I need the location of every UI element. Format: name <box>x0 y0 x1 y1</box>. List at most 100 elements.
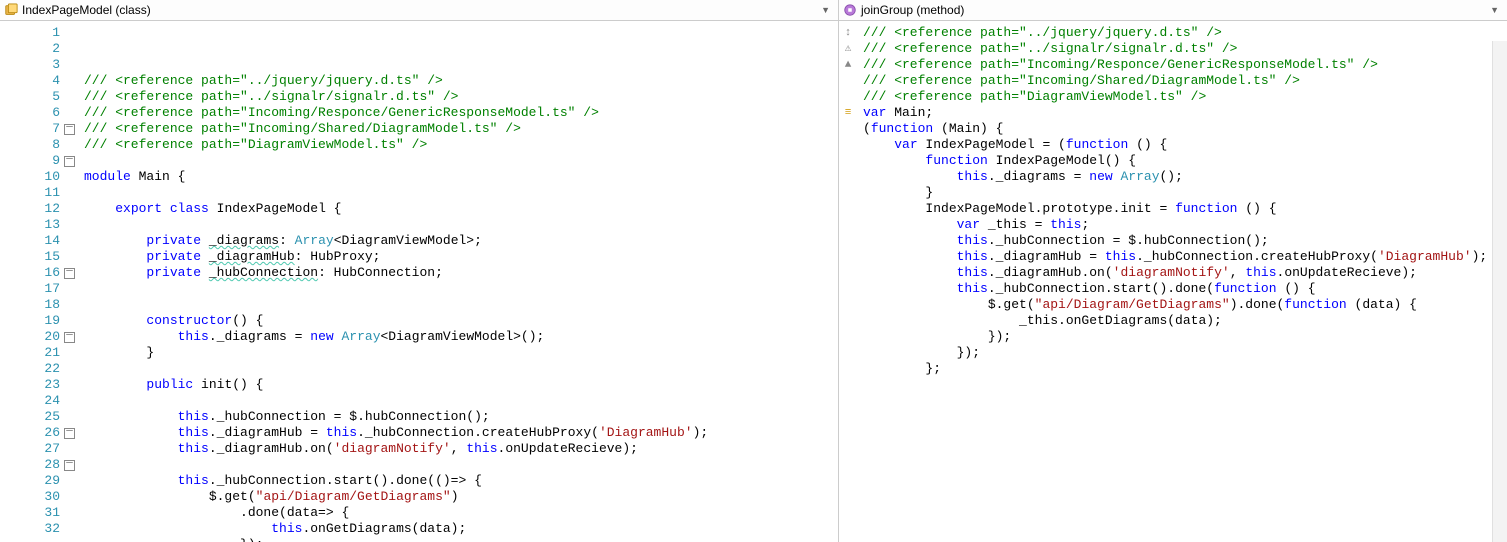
code-line[interactable]: this._diagrams = new Array<DiagramViewMo… <box>84 329 838 345</box>
code-line[interactable]: /// <reference path="Incoming/Responce/G… <box>84 105 838 121</box>
map-indicator[interactable]: ≡ <box>839 105 857 121</box>
code-line[interactable]: IndexPageModel.prototype.init = function… <box>863 201 1507 217</box>
left-pane: IndexPageModel (class) ▼ －－－－－－ 12345678… <box>0 0 839 542</box>
code-line[interactable]: this.onGetDiagrams(data); <box>84 521 838 537</box>
line-number: 18 <box>4 297 60 313</box>
line-number: 1 <box>4 25 60 41</box>
code-line[interactable]: /// <reference path="Incoming/Shared/Dia… <box>84 121 838 137</box>
fold-toggle[interactable]: － <box>64 460 75 471</box>
line-number: 16 <box>4 265 60 281</box>
breadcrumb-left[interactable]: IndexPageModel (class) ▼ <box>0 0 838 21</box>
code-line[interactable]: /// <reference path="../signalr/signalr.… <box>863 41 1507 57</box>
line-number: 9 <box>4 153 60 169</box>
left-code-text[interactable]: /// <reference path="../jquery/jquery.d.… <box>78 21 838 542</box>
up-indicator[interactable]: ▲ <box>839 57 857 73</box>
code-line[interactable] <box>84 281 838 297</box>
right-code-area[interactable]: ↕⚠▲ ≡ /// <reference path="../jquery/jque… <box>839 21 1507 542</box>
code-line[interactable]: this._diagrams = new Array(); <box>863 169 1507 185</box>
code-line[interactable]: /// <reference path="Incoming/Responce/G… <box>863 57 1507 73</box>
code-line[interactable]: export class IndexPageModel { <box>84 201 838 217</box>
line-number: 12 <box>4 201 60 217</box>
code-line[interactable]: this._hubConnection.start().done(functio… <box>863 281 1507 297</box>
line-number: 22 <box>4 361 60 377</box>
line-number: 4 <box>4 73 60 89</box>
code-line[interactable]: }); <box>84 537 838 542</box>
code-line[interactable]: this._hubConnection = $.hubConnection(); <box>84 409 838 425</box>
code-line[interactable]: this._diagramHub.on('diagramNotify', thi… <box>84 441 838 457</box>
code-line[interactable]: constructor() { <box>84 313 838 329</box>
line-number: 21 <box>4 345 60 361</box>
code-line[interactable]: /// <reference path="../jquery/jquery.d.… <box>84 73 838 89</box>
right-code-text[interactable]: /// <reference path="../jquery/jquery.d.… <box>857 21 1507 542</box>
line-number: 23 <box>4 377 60 393</box>
code-line[interactable]: _this.onGetDiagrams(data); <box>863 313 1507 329</box>
code-line[interactable]: } <box>863 185 1507 201</box>
line-number: 28 <box>4 457 60 473</box>
right-indicator-margin[interactable]: ↕⚠▲ ≡ <box>839 21 857 542</box>
code-line[interactable]: /// <reference path="DiagramViewModel.ts… <box>84 137 838 153</box>
code-line[interactable] <box>84 153 838 169</box>
class-icon <box>4 3 18 17</box>
code-line[interactable]: .done(data=> { <box>84 505 838 521</box>
fold-toggle[interactable]: － <box>64 332 75 343</box>
line-number: 3 <box>4 57 60 73</box>
left-code-area[interactable]: －－－－－－ 123456789101112131415161718192021… <box>0 21 838 542</box>
line-number: 15 <box>4 249 60 265</box>
code-line[interactable]: /// <reference path="../jquery/jquery.d.… <box>863 25 1507 41</box>
line-number: 31 <box>4 505 60 521</box>
code-line[interactable]: /// <reference path="../signalr/signalr.… <box>84 89 838 105</box>
code-line[interactable]: private _diagramHub: HubProxy; <box>84 249 838 265</box>
breadcrumb-right-label: joinGroup (method) <box>861 3 964 17</box>
warning-indicator[interactable]: ⚠ <box>839 41 857 57</box>
breadcrumb-right-dropdown[interactable]: ▼ <box>1486 5 1503 15</box>
code-line[interactable]: } <box>84 345 838 361</box>
right-pane: joinGroup (method) ▼ ↕⚠▲ ≡ /// <reference… <box>839 0 1507 542</box>
line-number: 30 <box>4 489 60 505</box>
code-line[interactable]: }); <box>863 345 1507 361</box>
breadcrumb-right[interactable]: joinGroup (method) ▼ <box>839 0 1507 21</box>
line-number: 24 <box>4 393 60 409</box>
split-editor-container: IndexPageModel (class) ▼ －－－－－－ 12345678… <box>0 0 1507 542</box>
code-line[interactable]: this._hubConnection.start().done(()=> { <box>84 473 838 489</box>
left-line-numbers: －－－－－－ 123456789101112131415161718192021… <box>0 21 78 542</box>
code-line[interactable]: public init() { <box>84 377 838 393</box>
code-line[interactable]: }; <box>863 361 1507 377</box>
breadcrumb-left-dropdown[interactable]: ▼ <box>817 5 834 15</box>
code-line[interactable]: this._diagramHub = this._hubConnection.c… <box>863 249 1507 265</box>
right-overview-ruler[interactable] <box>1492 41 1507 542</box>
code-line[interactable]: module Main { <box>84 169 838 185</box>
code-line[interactable] <box>84 393 838 409</box>
line-number: 17 <box>4 281 60 297</box>
line-number: 11 <box>4 185 60 201</box>
method-icon <box>843 3 857 17</box>
code-line[interactable]: var IndexPageModel = (function () { <box>863 137 1507 153</box>
code-line[interactable]: this._diagramHub.on('diagramNotify', thi… <box>863 265 1507 281</box>
code-line[interactable]: function IndexPageModel() { <box>863 153 1507 169</box>
code-line[interactable] <box>84 185 838 201</box>
code-line[interactable] <box>84 297 838 313</box>
sync-scroll-indicator[interactable]: ↕ <box>839 25 857 41</box>
code-line[interactable]: var Main; <box>863 105 1507 121</box>
code-line[interactable] <box>84 457 838 473</box>
fold-toggle[interactable]: － <box>64 156 75 167</box>
code-line[interactable]: $.get("api/Diagram/GetDiagrams").done(fu… <box>863 297 1507 313</box>
line-number: 2 <box>4 41 60 57</box>
code-line[interactable]: /// <reference path="Incoming/Shared/Dia… <box>863 73 1507 89</box>
code-line[interactable]: private _diagrams: Array<DiagramViewMode… <box>84 233 838 249</box>
code-line[interactable]: private _hubConnection: HubConnection; <box>84 265 838 281</box>
code-line[interactable]: }); <box>863 329 1507 345</box>
code-line[interactable]: (function (Main) { <box>863 121 1507 137</box>
fold-toggle[interactable]: － <box>64 124 75 135</box>
line-number: 8 <box>4 137 60 153</box>
breadcrumb-left-label: IndexPageModel (class) <box>22 3 151 17</box>
line-number: 19 <box>4 313 60 329</box>
fold-toggle[interactable]: － <box>64 428 75 439</box>
code-line[interactable]: $.get("api/Diagram/GetDiagrams") <box>84 489 838 505</box>
code-line[interactable]: /// <reference path="DiagramViewModel.ts… <box>863 89 1507 105</box>
code-line[interactable]: this._hubConnection = $.hubConnection(); <box>863 233 1507 249</box>
code-line[interactable]: var _this = this; <box>863 217 1507 233</box>
code-line[interactable] <box>84 217 838 233</box>
code-line[interactable]: this._diagramHub = this._hubConnection.c… <box>84 425 838 441</box>
code-line[interactable] <box>84 361 838 377</box>
fold-toggle[interactable]: － <box>64 268 75 279</box>
